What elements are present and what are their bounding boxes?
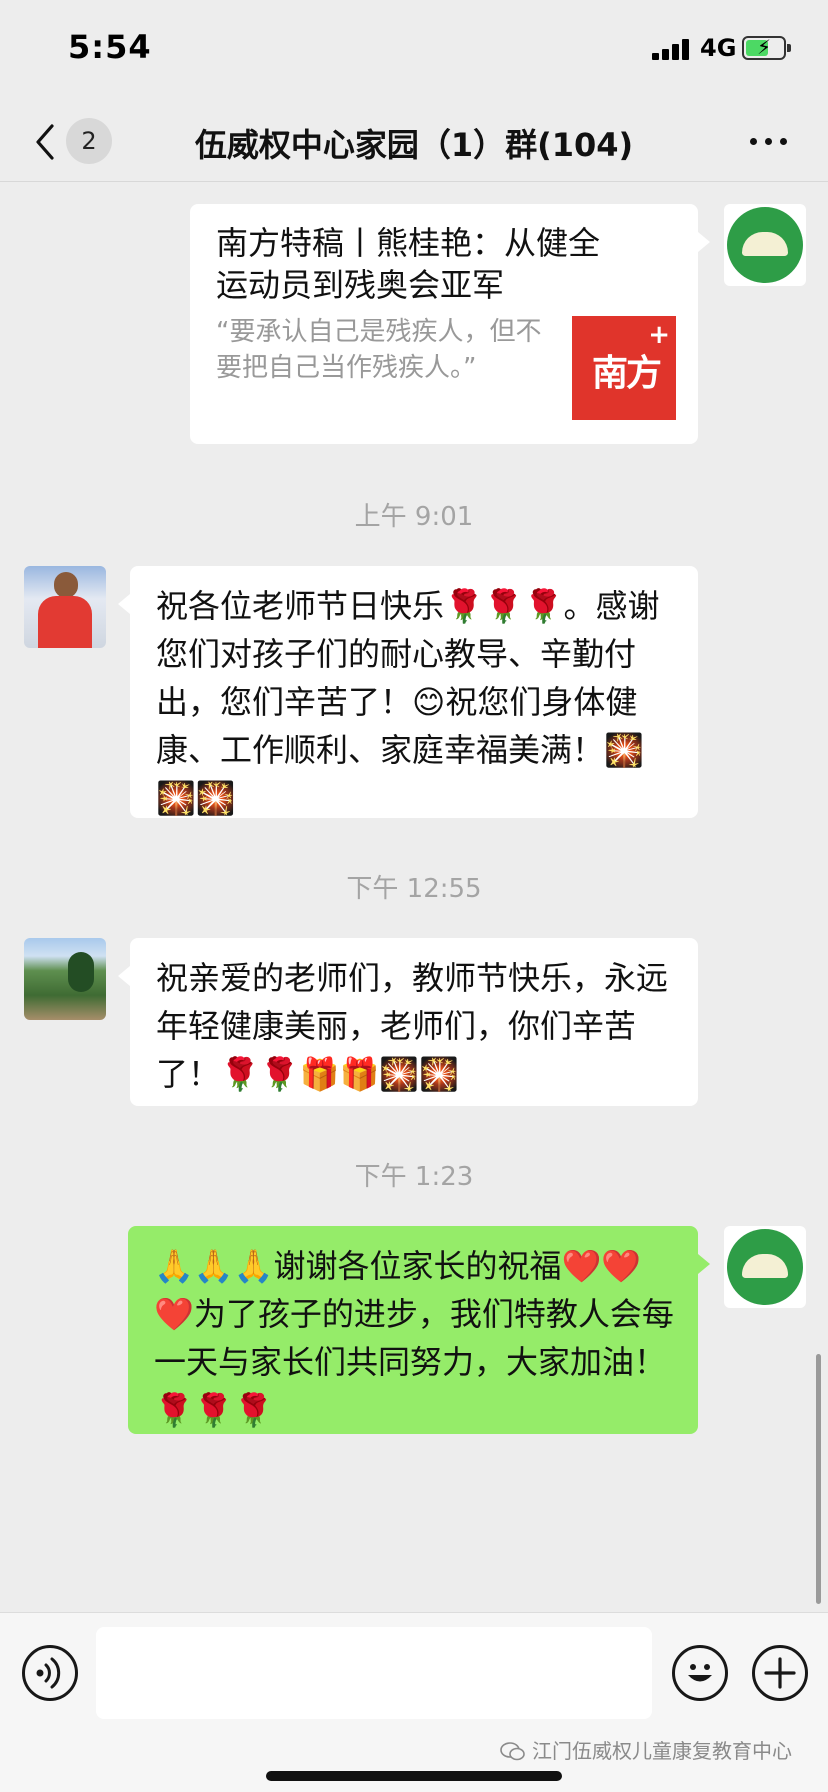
emoji-button[interactable] [672, 1645, 728, 1701]
watermark: 江门伍威权儿童康复教育中心 [500, 1735, 792, 1764]
self-message-bubble[interactable]: 🙏🙏🙏谢谢各位家长的祝福❤️❤️❤️为了孩子的进步，我们特教人会每一天与家长们共… [128, 1226, 710, 1434]
home-indicator[interactable] [266, 1771, 562, 1781]
input-bar: 江门伍威权儿童康复教育中心 [0, 1612, 828, 1792]
link-card-description: “要承认自己是残疾人，但不要把自己当作残疾人。” [216, 317, 542, 383]
garden-avatar[interactable] [24, 938, 106, 1020]
charging-bolt-icon: ⚡ [757, 35, 772, 59]
status-time: 5:54 [68, 28, 152, 66]
message-input[interactable] [96, 1627, 652, 1719]
link-card-thumbnail: 南方 + [572, 316, 676, 420]
voice-input-button[interactable] [22, 1645, 78, 1701]
network-type: 4G [700, 34, 737, 62]
status-bar: 5:54 4G ⚡ [0, 0, 828, 100]
more-options-icon[interactable] [750, 138, 790, 146]
timestamp: 下午 12:55 [346, 874, 482, 904]
chat-scrollbar[interactable] [816, 1354, 821, 1604]
child-avatar[interactable] [24, 566, 106, 648]
link-card-message[interactable]: 南方特稿丨熊桂艳：从健全运动员到残奥会亚军 “要承认自己是残疾人，但不要把自己当… [190, 204, 710, 444]
message-bubble[interactable]: 祝亲爱的老师们，教师节快乐，永远年轻健康美丽，老师们，你们辛苦了！🌹🌹🎁🎁🎇🎇 [118, 938, 698, 1106]
chat-header: 2 伍威权中心家园（1）群(104) [0, 100, 828, 182]
message-text: 祝亲爱的老师们，教师节快乐，永远年轻健康美丽，老师们，你们辛苦了！🌹🌹🎁🎁🎇🎇 [156, 959, 669, 1093]
timestamp: 下午 1:23 [354, 1162, 474, 1192]
smiley-icon [688, 1664, 712, 1682]
center-logo-avatar[interactable] [724, 1226, 806, 1308]
timestamp: 上午 9:01 [354, 502, 474, 532]
battery-icon: ⚡ [742, 35, 791, 60]
message-bubble[interactable]: 祝各位老师节日快乐🌹🌹🌹。感谢您们对孩子们的耐心教导、辛勤付出，您们辛苦了！😊祝… [118, 566, 698, 818]
message-text: 🙏🙏🙏谢谢各位家长的祝福❤️❤️❤️为了孩子的进步，我们特教人会每一天与家长们共… [154, 1247, 674, 1429]
chat-title: 伍威权中心家园（1）群(104) [194, 126, 634, 164]
wechat-logo-icon [500, 1742, 525, 1761]
more-functions-button[interactable] [752, 1645, 808, 1701]
center-logo-avatar[interactable] [724, 204, 806, 286]
link-card-title: 南方特稿丨熊桂艳：从健全运动员到残奥会亚军 [216, 224, 601, 304]
message-text: 祝各位老师节日快乐🌹🌹🌹。感谢您们对孩子们的耐心教导、辛勤付出，您们辛苦了！😊祝… [156, 587, 660, 817]
thumbnail-plus: + [648, 320, 670, 350]
thumbnail-logo-text: 南方 [591, 352, 662, 394]
watermark-text: 江门伍威权儿童康复教育中心 [532, 1739, 792, 1763]
plus-icon [764, 1657, 796, 1689]
signal-strength-icon [652, 38, 692, 60]
voice-wave-icon [36, 1657, 61, 1689]
